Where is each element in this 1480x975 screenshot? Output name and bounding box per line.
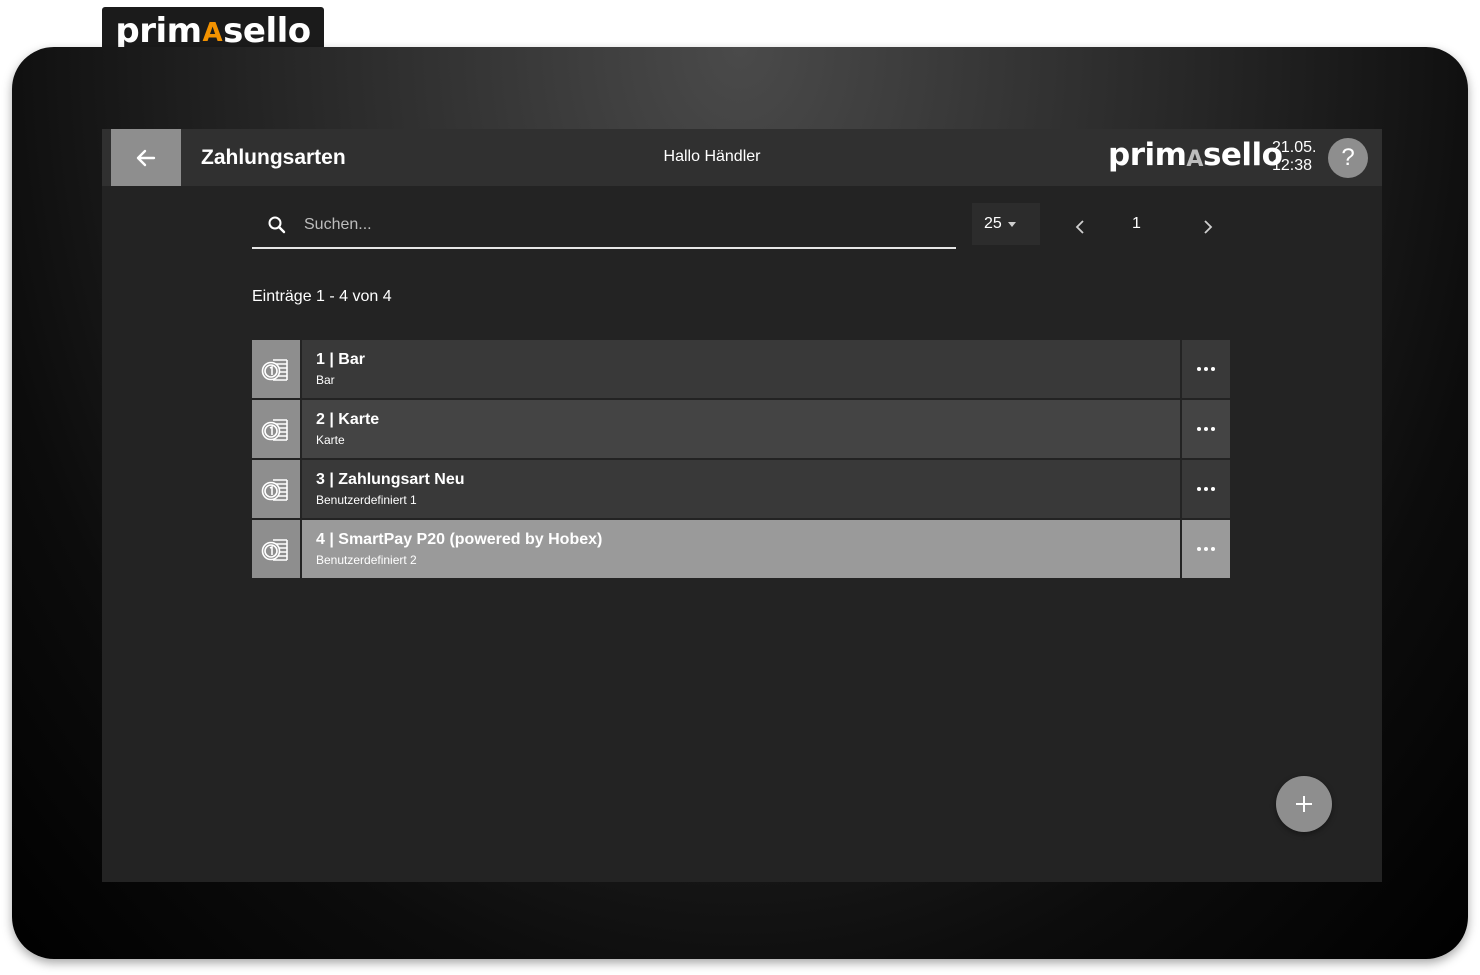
header-logo: primAsello	[1108, 137, 1283, 173]
item-title: 4 | SmartPay P20 (powered by Hobex)	[316, 531, 603, 548]
coins-icon	[261, 359, 288, 381]
payment-method-list: 1 | Bar Bar 2 | Karte Karte 3 | Zahlungs…	[252, 340, 1230, 580]
header-logo-accent: A	[1186, 147, 1203, 172]
chevron-left-icon	[1075, 220, 1084, 234]
item-content: 1 | Bar Bar	[302, 340, 1180, 398]
brand-logo-prefix: prim	[115, 11, 202, 51]
item-content: 2 | Karte Karte	[302, 400, 1180, 458]
search-input[interactable]	[304, 211, 924, 239]
search-bar	[252, 203, 956, 249]
item-title: 3 | Zahlungsart Neu	[316, 471, 465, 488]
time-text: 12:38	[1272, 157, 1313, 174]
help-button[interactable]: ?	[1328, 138, 1368, 178]
more-dots-icon	[1197, 547, 1215, 551]
app-screen: Zahlungsarten Hallo Händler primAsello 2…	[102, 129, 1382, 882]
datetime: 21.05. 12:38	[1272, 139, 1316, 175]
item-icon-box	[252, 520, 300, 578]
coins-icon	[261, 419, 288, 441]
item-content: 3 | Zahlungsart Neu Benutzerdefiniert 1	[302, 460, 1180, 518]
list-item[interactable]: 4 | SmartPay P20 (powered by Hobex) Benu…	[252, 520, 1230, 578]
header-logo-suffix: sello	[1202, 137, 1283, 173]
item-subtitle: Bar	[316, 373, 335, 387]
page-number: 1	[1132, 215, 1141, 232]
page-size-select[interactable]: 25	[972, 203, 1040, 245]
caret-down-icon	[1007, 221, 1016, 227]
list-item[interactable]: 1 | Bar Bar	[252, 340, 1230, 398]
item-more-button[interactable]	[1182, 340, 1230, 398]
date-text: 21.05.	[1272, 139, 1317, 156]
item-icon-box	[252, 460, 300, 518]
item-more-button[interactable]	[1182, 400, 1230, 458]
brand-logo-suffix: sello	[223, 11, 311, 51]
item-more-button[interactable]	[1182, 520, 1230, 578]
item-subtitle: Karte	[316, 433, 345, 447]
list-item[interactable]: 2 | Karte Karte	[252, 400, 1230, 458]
more-dots-icon	[1197, 427, 1215, 431]
item-more-button[interactable]	[1182, 460, 1230, 518]
brand-logo-accent: A	[202, 18, 223, 48]
item-icon-box	[252, 400, 300, 458]
prev-page-button[interactable]	[1070, 213, 1090, 241]
plus-icon	[1296, 796, 1312, 812]
item-title: 1 | Bar	[316, 351, 365, 368]
item-subtitle: Benutzerdefiniert 2	[316, 553, 417, 567]
more-dots-icon	[1197, 367, 1215, 371]
coins-icon	[261, 479, 288, 501]
item-subtitle: Benutzerdefiniert 1	[316, 493, 417, 507]
chevron-right-icon	[1204, 220, 1213, 234]
list-item[interactable]: 3 | Zahlungsart Neu Benutzerdefiniert 1	[252, 460, 1230, 518]
header-logo-prefix: prim	[1108, 137, 1187, 173]
more-dots-icon	[1197, 487, 1215, 491]
item-icon-box	[252, 340, 300, 398]
coins-icon	[261, 539, 288, 561]
header-bar: Zahlungsarten Hallo Händler primAsello 2…	[102, 129, 1382, 186]
search-icon	[268, 216, 286, 234]
add-button[interactable]	[1276, 776, 1332, 832]
item-content: 4 | SmartPay P20 (powered by Hobex) Benu…	[302, 520, 1180, 578]
next-page-button[interactable]	[1198, 213, 1218, 241]
entries-count: Einträge 1 - 4 von 4	[252, 288, 392, 305]
item-title: 2 | Karte	[316, 411, 380, 428]
page-size-value: 25	[984, 215, 1002, 232]
